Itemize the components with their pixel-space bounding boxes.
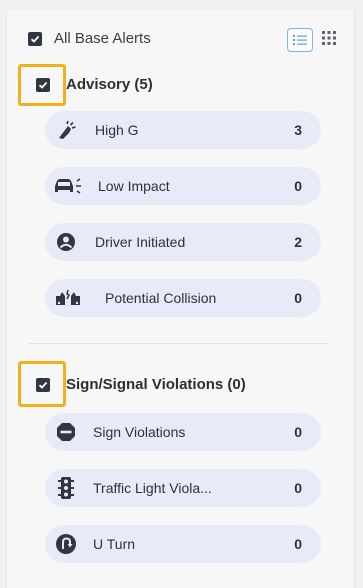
- sign-signal-checkbox[interactable]: [36, 377, 50, 392]
- all-base-alerts-row[interactable]: All Base Alerts: [28, 30, 151, 47]
- checkmark-icon: [38, 81, 48, 89]
- alert-item-low-impact[interactable]: Low Impact 0: [45, 167, 321, 205]
- low-impact-icon: [53, 175, 83, 197]
- alert-item-count: 0: [294, 424, 302, 440]
- alert-item-label: Sign Violations: [93, 424, 186, 440]
- alert-item-label: Potential Collision: [105, 290, 217, 306]
- alert-item-count: 2: [294, 234, 302, 250]
- alert-item-u-turn[interactable]: U Turn 0: [45, 525, 321, 563]
- u-turn-icon: [55, 533, 77, 555]
- grid-view-icon[interactable]: [322, 31, 336, 45]
- alert-item-label: Traffic Light Viola...: [93, 480, 212, 496]
- alert-item-driver-initiated[interactable]: Driver Initiated 2: [45, 223, 321, 261]
- alert-item-high-g[interactable]: High G 3: [45, 111, 321, 149]
- alert-item-potential-collision[interactable]: Potential Collision 0: [45, 279, 321, 317]
- alert-item-label: High G: [95, 122, 139, 138]
- stop-sign-icon: [55, 421, 77, 443]
- advisory-section-header[interactable]: Advisory (5): [36, 76, 153, 93]
- checkmark-icon: [30, 35, 40, 43]
- driver-initiated-icon: [55, 231, 77, 253]
- advisory-title: Advisory (5): [66, 76, 153, 93]
- alert-item-traffic-light[interactable]: Traffic Light Viola... 0: [45, 469, 321, 507]
- alert-item-count: 0: [294, 536, 302, 552]
- potential-collision-icon: [55, 287, 81, 309]
- traffic-light-icon: [55, 477, 77, 499]
- list-view-button[interactable]: [287, 28, 313, 52]
- checkmark-icon: [38, 381, 48, 389]
- sign-signal-section-header[interactable]: Sign/Signal Violations (0): [36, 376, 246, 393]
- alert-item-count: 0: [294, 480, 302, 496]
- alert-item-count: 3: [294, 122, 302, 138]
- high-g-icon: [55, 119, 77, 141]
- alert-item-sign-violations[interactable]: Sign Violations 0: [45, 413, 321, 451]
- alert-item-count: 0: [294, 290, 302, 306]
- all-base-alerts-label: All Base Alerts: [54, 30, 151, 47]
- list-view-icon: [293, 35, 307, 45]
- advisory-checkbox[interactable]: [36, 77, 50, 92]
- sign-signal-title: Sign/Signal Violations (0): [66, 376, 246, 393]
- section-divider: [28, 343, 328, 344]
- alert-item-label: Low Impact: [98, 178, 170, 194]
- alert-item-count: 0: [294, 178, 302, 194]
- alert-item-label: U Turn: [93, 536, 136, 552]
- alert-item-label: Driver Initiated: [95, 234, 186, 250]
- all-base-alerts-checkbox[interactable]: [28, 31, 42, 46]
